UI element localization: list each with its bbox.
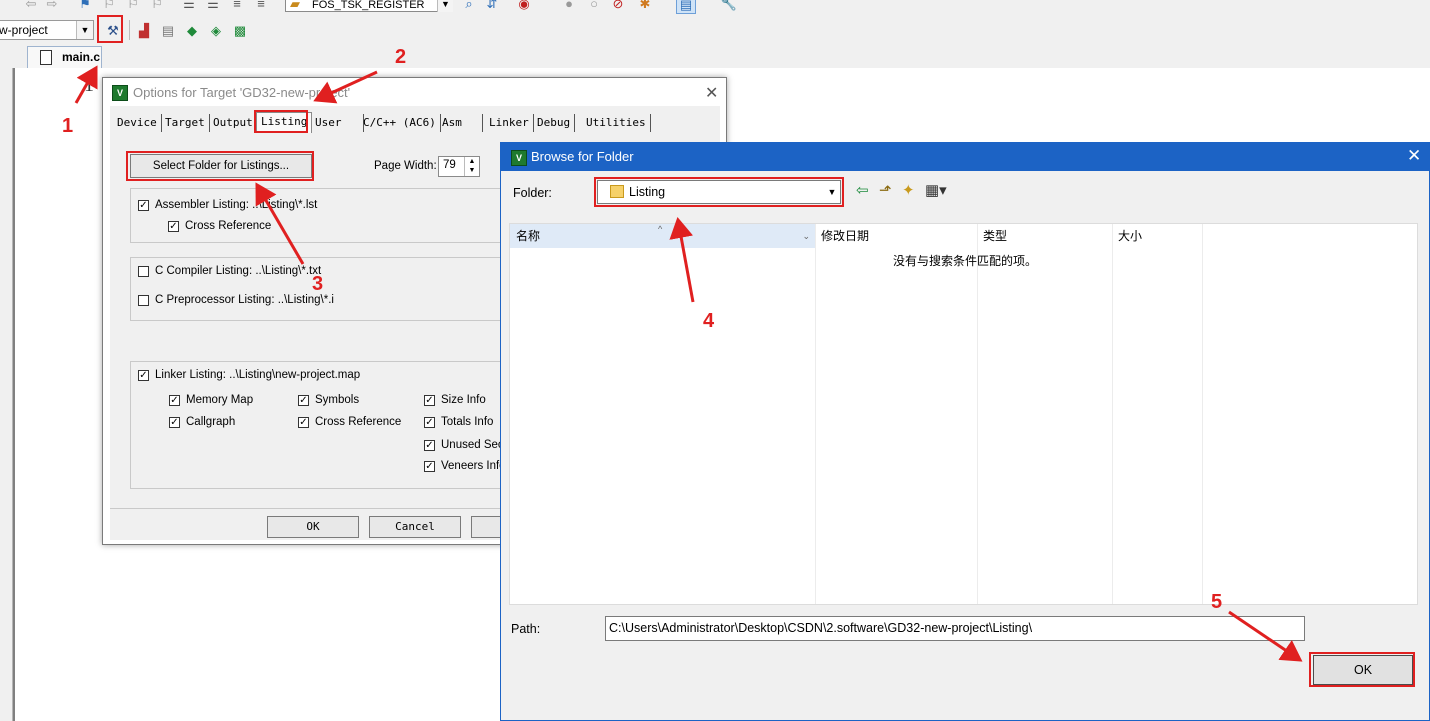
find-in-files-icon: ▰ xyxy=(290,0,300,11)
arrow-1 xyxy=(74,65,98,104)
arrow-5 xyxy=(1228,610,1303,662)
arrow-4 xyxy=(669,217,695,303)
annotation-arrows xyxy=(74,65,1303,662)
arrow-3 xyxy=(255,182,305,265)
arrow-2 xyxy=(313,70,378,104)
